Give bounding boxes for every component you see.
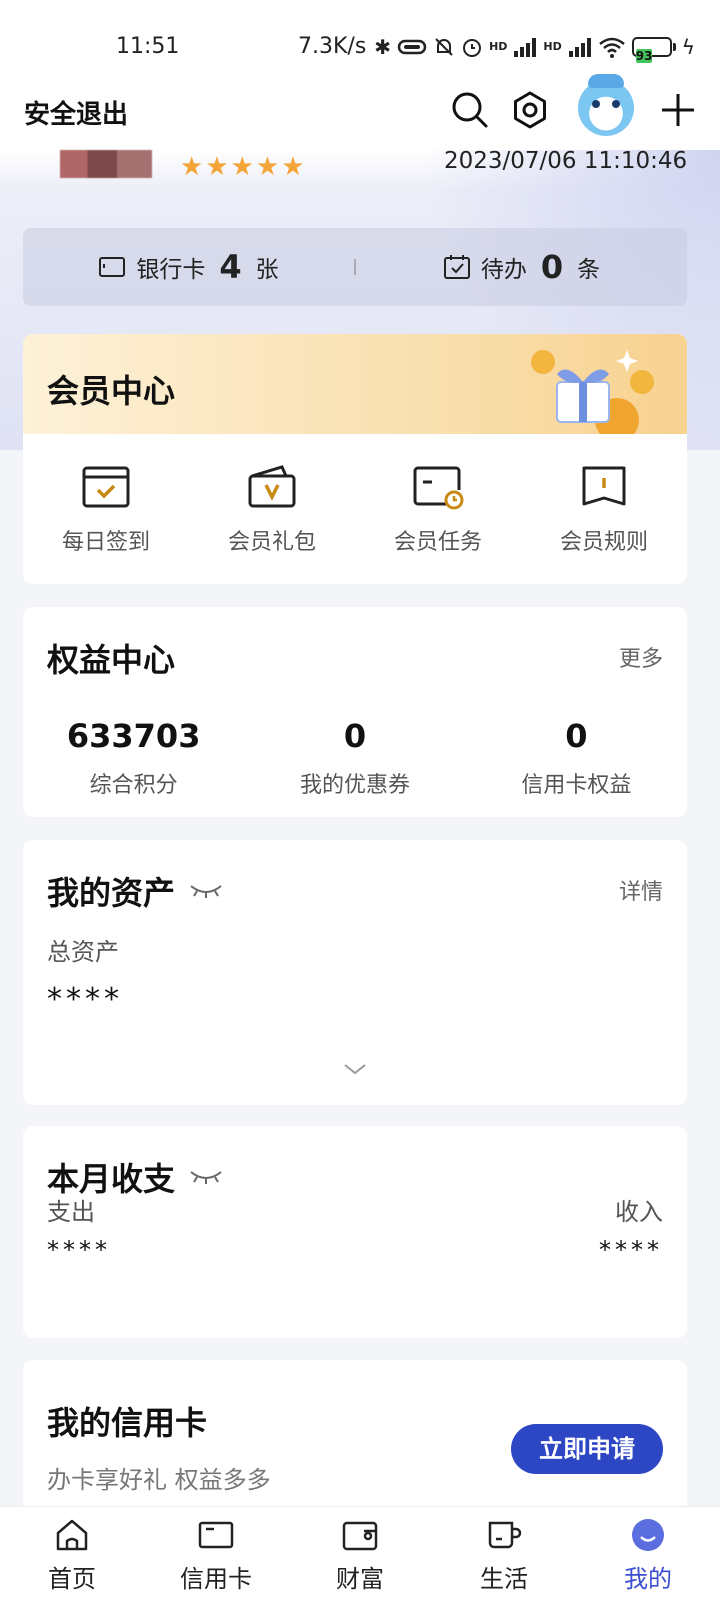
- bank-card-count[interactable]: 银行卡 4 张: [23, 248, 354, 286]
- bluetooth-icon: ✱: [374, 34, 392, 59]
- member-grid: 每日签到 会员礼包 会员任务 会员规则: [23, 434, 687, 556]
- vibrate-icon: [397, 39, 427, 54]
- stat-value: 0: [565, 717, 588, 755]
- bank-card-label: 银行卡: [136, 257, 206, 283]
- stat-value: 633703: [66, 717, 201, 755]
- search-icon[interactable]: [448, 88, 492, 132]
- status-time: 11:51: [116, 34, 180, 59]
- eye-closed-icon[interactable]: [189, 1168, 223, 1186]
- gift-bag-icon: [248, 465, 296, 508]
- gift-coins-icon: [531, 350, 654, 434]
- last-login-time: 2023/07/06 11:10:46: [444, 148, 688, 174]
- expense-label: 支出: [47, 1198, 95, 1226]
- tab-label: 信用卡: [180, 1565, 252, 1593]
- stat-label: 综合积分: [89, 773, 178, 798]
- monthly-card: 本月收支 支出 收入 **** ****: [23, 1126, 687, 1338]
- top-nav: 安全退出: [0, 74, 720, 146]
- assets-card: 我的资产 详情 总资产 ****: [23, 840, 687, 1105]
- bank-card-unit: 张: [255, 257, 279, 283]
- home-icon: [56, 1519, 88, 1551]
- assets-title-row: 我的资产: [47, 868, 223, 914]
- stat-points[interactable]: 633703 综合积分: [23, 717, 244, 799]
- wifi-icon: [598, 37, 625, 58]
- bell-muted-icon: [435, 37, 453, 56]
- stat-label: 信用卡权益: [521, 773, 632, 798]
- stat-value: 0: [343, 717, 367, 755]
- quick-bar: 银行卡 4 张 待办 0 条: [23, 228, 687, 306]
- tab-mine[interactable]: 我的: [576, 1507, 720, 1600]
- rights-center-card: 权益中心 更多 633703 综合积分 0 我的优惠券 0 信用卡权益: [23, 607, 687, 817]
- total-assets-value: ****: [47, 982, 123, 1017]
- tab-label: 财富: [336, 1565, 384, 1593]
- signal-icon-2: [568, 37, 591, 57]
- apply-button[interactable]: 立即申请: [511, 1424, 663, 1474]
- todo-count[interactable]: 待办 0 条: [356, 248, 687, 286]
- hd-signal-2-label: HD: [543, 40, 562, 53]
- assets-title: 我的资产: [47, 874, 176, 912]
- todo-number: 0: [540, 248, 564, 286]
- stat-credit-rights[interactable]: 0 信用卡权益: [466, 717, 687, 799]
- member-item-label: 会员规则: [559, 530, 648, 555]
- todo-label: 待办: [480, 257, 527, 283]
- eye-closed-icon[interactable]: [189, 882, 223, 900]
- bank-card-icon: [99, 257, 126, 277]
- tab-wealth[interactable]: 财富: [288, 1507, 432, 1600]
- rights-more-link[interactable]: 更多: [619, 641, 663, 673]
- todo-unit: 条: [577, 257, 601, 283]
- rights-stats: 633703 综合积分 0 我的优惠券 0 信用卡权益: [23, 717, 687, 799]
- income-value: ****: [599, 1236, 663, 1264]
- card-icon: [198, 1521, 234, 1549]
- stat-label: 我的优惠券: [299, 773, 410, 798]
- alarm-icon: [463, 38, 482, 57]
- total-assets-label: 总资产: [47, 938, 119, 966]
- member-item-rules[interactable]: 会员规则: [521, 464, 687, 556]
- tab-label: 生活: [480, 1565, 528, 1593]
- battery-level: 93: [635, 48, 653, 63]
- credit-card-subtitle: 办卡享好礼 权益多多: [47, 1466, 271, 1494]
- status-right: 7.3K/s ✱ HD HD 93 ϟ: [298, 34, 695, 63]
- profile-icon: [632, 1519, 664, 1551]
- settings-icon[interactable]: [508, 88, 552, 132]
- member-center-title: 会员中心: [47, 372, 176, 410]
- member-center-header[interactable]: 会员中心: [23, 334, 687, 434]
- tab-life[interactable]: 生活: [432, 1507, 576, 1600]
- credit-card-title: 我的信用卡: [47, 1404, 208, 1442]
- signal-icon: [514, 37, 537, 57]
- expense-value: ****: [47, 1236, 111, 1264]
- bank-card-number: 4: [219, 248, 242, 286]
- rating-stars: ★★★★★: [180, 152, 307, 182]
- user-name-blurred: [60, 150, 152, 178]
- charging-icon: ϟ: [681, 34, 695, 59]
- rule-book-icon: [582, 466, 626, 506]
- assets-detail-link[interactable]: 详情: [619, 874, 663, 906]
- hd-signal-1-label: HD: [489, 40, 508, 53]
- tab-credit-card[interactable]: 信用卡: [144, 1507, 288, 1600]
- net-speed: 7.3K/s: [298, 34, 367, 59]
- tab-home[interactable]: 首页: [0, 1507, 144, 1600]
- tab-label: 首页: [48, 1565, 96, 1593]
- member-item-checkin[interactable]: 每日签到: [23, 464, 189, 556]
- member-item-label: 会员任务: [393, 530, 482, 555]
- rights-center-title: 权益中心: [47, 641, 176, 679]
- member-item-task[interactable]: 会员任务: [355, 464, 521, 556]
- member-center-card: 会员中心 每日签到 会员礼包 会员任务 会员规则: [23, 334, 687, 584]
- chevron-down-icon[interactable]: [343, 1062, 367, 1076]
- mascot-avatar[interactable]: [578, 74, 634, 136]
- member-item-label: 会员礼包: [227, 530, 316, 555]
- stat-coupons[interactable]: 0 我的优惠券: [244, 717, 465, 799]
- todo-calendar-icon: [443, 255, 470, 279]
- tab-label: 我的: [624, 1565, 672, 1593]
- member-item-label: 每日签到: [61, 530, 150, 555]
- member-item-gift[interactable]: 会员礼包: [189, 464, 355, 556]
- battery-icon: 93: [631, 36, 676, 63]
- add-icon[interactable]: [656, 88, 700, 132]
- calendar-check-icon: [82, 466, 130, 508]
- bottom-tab-bar: 首页 信用卡 财富 生活 我的: [0, 1506, 720, 1600]
- status-icons: ✱ HD HD 93 ϟ: [374, 34, 695, 63]
- income-label: 收入: [615, 1198, 663, 1226]
- logout-button[interactable]: 安全退出: [24, 94, 128, 131]
- wallet-icon: [342, 1521, 378, 1551]
- cup-icon: [488, 1521, 522, 1549]
- task-clock-icon: [413, 466, 464, 510]
